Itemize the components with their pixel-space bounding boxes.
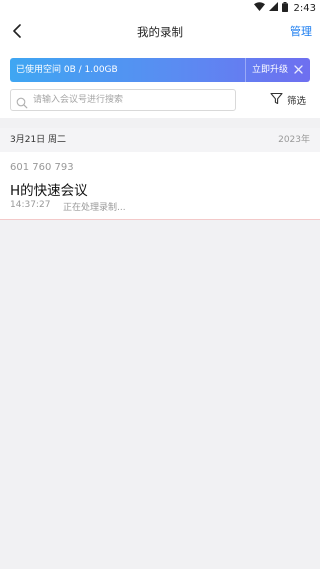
filter-label: 筛选 xyxy=(287,96,307,107)
filter-button[interactable]: 筛选 xyxy=(270,91,306,109)
search-icon xyxy=(16,94,28,109)
chevron-left-icon xyxy=(11,23,23,42)
close-icon[interactable] xyxy=(293,64,304,75)
header-area: 已使用空间 0B / 1.00GB 立即升级 请输入会议号进行搜索 筛选 xyxy=(0,48,320,118)
storage-banner: 已使用空间 0B / 1.00GB 立即升级 xyxy=(10,58,310,82)
status-bar: 2:43 xyxy=(0,0,320,16)
manage-button[interactable]: 管理 xyxy=(290,16,312,48)
status-time: 2:43 xyxy=(293,2,316,14)
cellular-icon xyxy=(268,2,278,14)
search-box xyxy=(10,89,236,111)
meeting-title: H的快速会议 xyxy=(10,183,88,199)
battery-icon xyxy=(281,1,288,15)
search-input[interactable] xyxy=(33,92,229,108)
recording-status: 正在处理录制... xyxy=(63,203,126,213)
meeting-id: 601 760 793 xyxy=(10,162,74,173)
group-year: 2023年 xyxy=(278,135,310,145)
wifi-icon xyxy=(253,2,265,14)
meeting-time: 14:37:27 xyxy=(10,200,51,210)
filter-icon xyxy=(270,92,283,108)
page-title: 我的录制 xyxy=(137,25,183,39)
date-group-header: 3月21日 周二 2023年 xyxy=(0,128,320,152)
back-button[interactable] xyxy=(6,21,28,43)
list-item[interactable]: 601 760 793 H的快速会议 14:37:27 正在处理录制... xyxy=(0,152,320,220)
recordings-screen: 2:43 我的录制 管理 已使用空间 0B / 1.00GB 立即升级 请输入会… xyxy=(0,0,320,569)
nav-bar: 我的录制 管理 xyxy=(0,16,320,48)
group-date: 3月21日 周二 xyxy=(10,135,67,145)
upgrade-button[interactable]: 立即升级 xyxy=(244,58,288,82)
storage-used-text: 已使用空间 0B / 1.00GB xyxy=(16,65,118,75)
